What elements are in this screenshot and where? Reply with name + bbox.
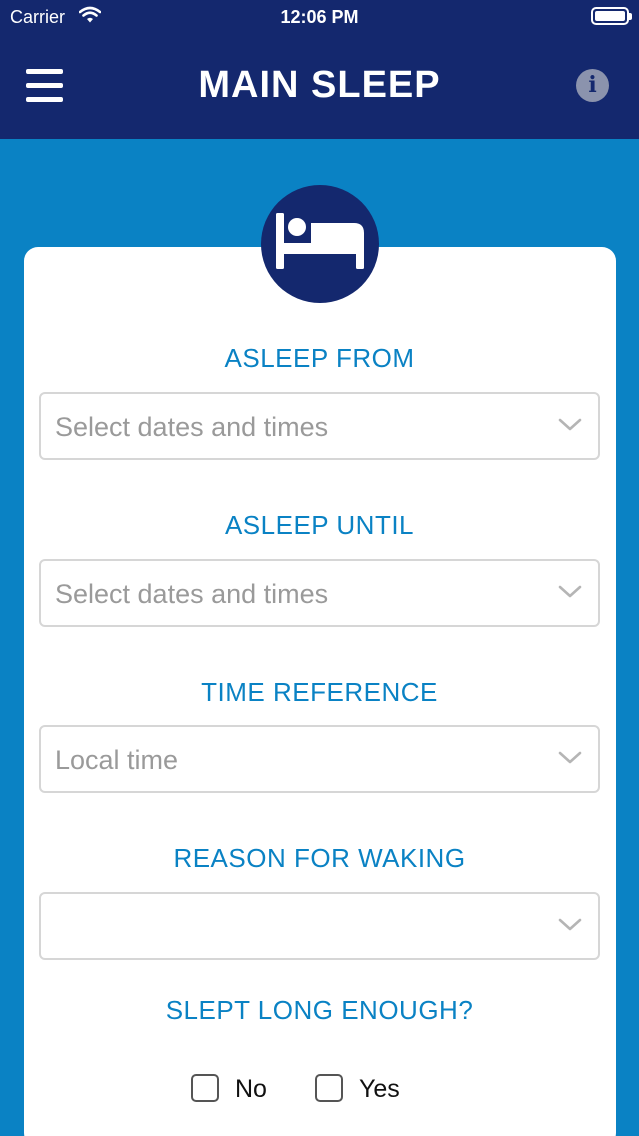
time-reference-dropdown[interactable]: Local time — [39, 725, 600, 793]
yes-label: Yes — [359, 1075, 400, 1103]
page-title: MAIN SLEEP — [198, 64, 441, 106]
nav-bar: MAIN SLEEP i — [0, 34, 639, 139]
slept-long-enough-label: SLEPT LONG ENOUGH? — [165, 995, 474, 1025]
slept-long-enough-options: No Yes — [0, 1073, 639, 1105]
status-bar: Carrier 12:06 PM — [0, 0, 639, 34]
asleep-from-label: ASLEEP FROM — [224, 343, 415, 373]
asleep-until-dropdown[interactable]: Select dates and times — [39, 559, 600, 627]
chevron-down-icon — [558, 585, 582, 598]
bed-icon — [276, 213, 364, 269]
time-reference-label: TIME REFERENCE — [201, 677, 438, 707]
status-time: 12:06 PM — [280, 7, 359, 27]
chevron-down-icon — [558, 751, 582, 764]
reason-for-waking-label: REASON FOR WAKING — [173, 843, 466, 873]
chevron-down-icon — [558, 418, 582, 431]
asleep-from-value: Select dates and times — [55, 412, 329, 442]
chevron-down-icon — [558, 918, 582, 931]
no-label: No — [235, 1075, 267, 1103]
no-checkbox[interactable] — [191, 1074, 219, 1102]
time-reference-value: Local time — [55, 745, 179, 775]
bed-badge — [261, 185, 379, 303]
info-icon[interactable]: i — [576, 69, 609, 102]
yes-checkbox[interactable] — [315, 1074, 343, 1102]
asleep-until-label: ASLEEP UNTIL — [224, 510, 415, 540]
battery-icon — [591, 7, 632, 25]
reason-for-waking-dropdown[interactable] — [39, 892, 600, 960]
asleep-until-value: Select dates and times — [55, 579, 329, 609]
asleep-from-dropdown[interactable]: Select dates and times — [39, 392, 600, 460]
